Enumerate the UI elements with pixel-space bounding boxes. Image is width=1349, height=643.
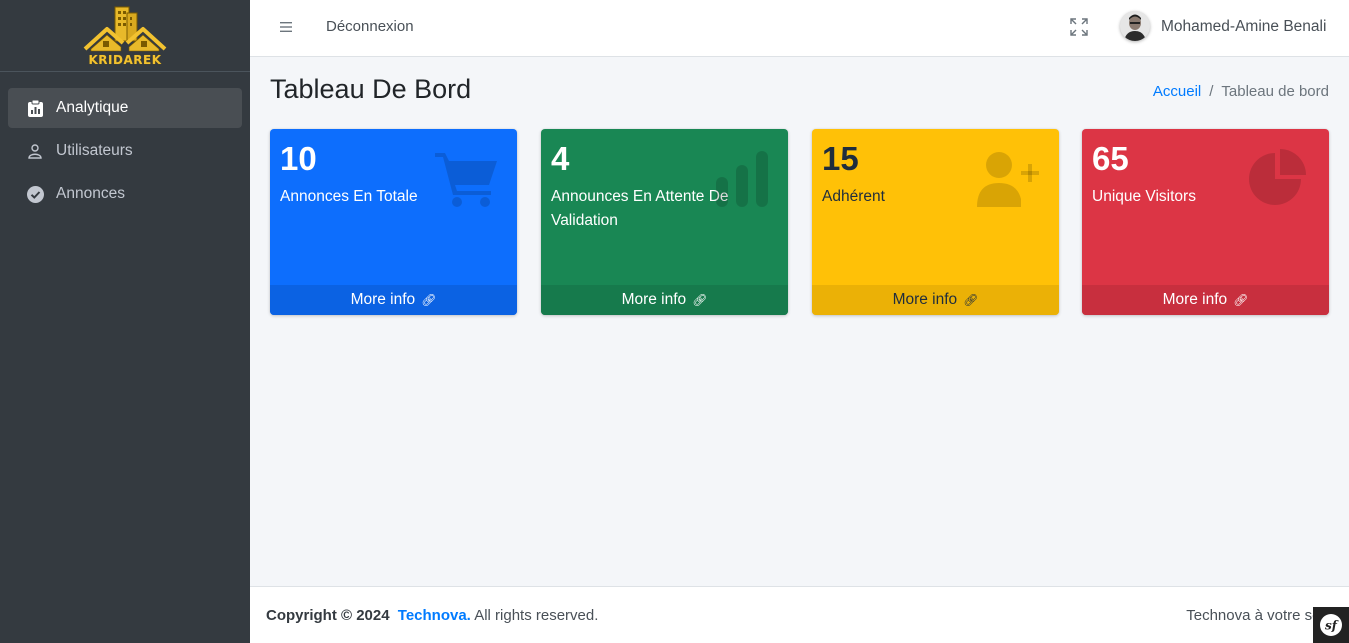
top-navbar: Déconnexion Mohamed-Amine Benali: [250, 0, 1349, 57]
rights-text: All rights reserved.: [474, 607, 599, 624]
sidebar-item-annonces[interactable]: Annonces: [8, 174, 242, 214]
link-icon: 🔗︎: [963, 293, 979, 307]
pie-chart-icon: [1247, 149, 1311, 209]
more-info-label: More info: [350, 291, 416, 308]
hamburger-icon[interactable]: [278, 18, 294, 38]
sidebar-item-label: Utilisateurs: [56, 142, 133, 159]
more-info-link[interactable]: More info 🔗︎: [1082, 285, 1329, 315]
check-circle-icon: [26, 185, 44, 203]
sidebar-item-label: Analytique: [56, 99, 129, 116]
more-info-link[interactable]: More info 🔗︎: [541, 285, 788, 315]
fullscreen-expand-icon[interactable]: [1070, 18, 1090, 38]
page-footer: Copyright © 2024 Technova. All rights re…: [250, 586, 1349, 643]
breadcrumb-home-link[interactable]: Accueil: [1153, 83, 1201, 100]
symfony-toolbar-icon[interactable]: sf: [1313, 607, 1349, 643]
sidebar-item-label: Annonces: [56, 185, 125, 202]
shopping-cart-icon: [435, 149, 499, 209]
link-icon: 🔗︎: [421, 293, 437, 307]
user-avatar[interactable]: [1120, 11, 1150, 41]
brand-name: KRIDAREK: [88, 52, 162, 67]
link-icon: 🔗︎: [1233, 293, 1249, 307]
more-info-link[interactable]: More info 🔗︎: [812, 285, 1059, 315]
house-building-icon: [83, 6, 167, 51]
copyright: Copyright © 2024 Technova. All rights re…: [266, 607, 598, 624]
breadcrumb: Accueil / Tableau de bord: [1153, 83, 1329, 100]
sidebar-item-utilisateurs[interactable]: Utilisateurs: [8, 131, 242, 171]
page-title: Tableau De Bord: [270, 74, 472, 104]
user-name[interactable]: Mohamed-Amine Benali: [1161, 18, 1326, 36]
sidebar: KRIDAREK Analytique Utilisateurs Annonce…: [0, 0, 250, 643]
svg-text:sf: sf: [1325, 619, 1339, 633]
clipboard-icon: [26, 99, 44, 117]
stat-box-annonces: 10 Annonces En Totale More info 🔗︎: [270, 129, 517, 315]
stat-box-adherent: 15 Adhérent More info 🔗︎: [812, 129, 1059, 315]
sidebar-nav: Analytique Utilisateurs Annonces: [0, 72, 250, 214]
logout-link[interactable]: Déconnexion: [326, 18, 414, 35]
more-info-label: More info: [621, 291, 687, 308]
brand[interactable]: KRIDAREK: [0, 0, 250, 72]
company-link[interactable]: Technova.: [398, 607, 471, 624]
more-info-label: More info: [1162, 291, 1228, 308]
more-info-label: More info: [892, 291, 958, 308]
breadcrumb-current: Tableau de bord: [1221, 83, 1329, 100]
user-plus-icon: [977, 149, 1041, 209]
sidebar-item-analytique[interactable]: Analytique: [8, 88, 242, 128]
stat-box-attente: 4 Announces En Attente De Validation Mor…: [541, 129, 788, 315]
brand-logo[interactable]: KRIDAREK: [83, 3, 167, 69]
more-info-link[interactable]: More info 🔗︎: [270, 285, 517, 315]
bar-chart-icon: [706, 149, 770, 209]
link-icon: 🔗︎: [692, 293, 708, 307]
stat-box-visitors: 65 Unique Visitors More info 🔗︎: [1082, 129, 1329, 315]
copyright-prefix: Copyright © 2024: [266, 607, 390, 624]
user-icon: [26, 142, 44, 160]
breadcrumb-separator: /: [1209, 83, 1214, 100]
footer-tagline: Technova à votre serv: [1186, 607, 1333, 624]
